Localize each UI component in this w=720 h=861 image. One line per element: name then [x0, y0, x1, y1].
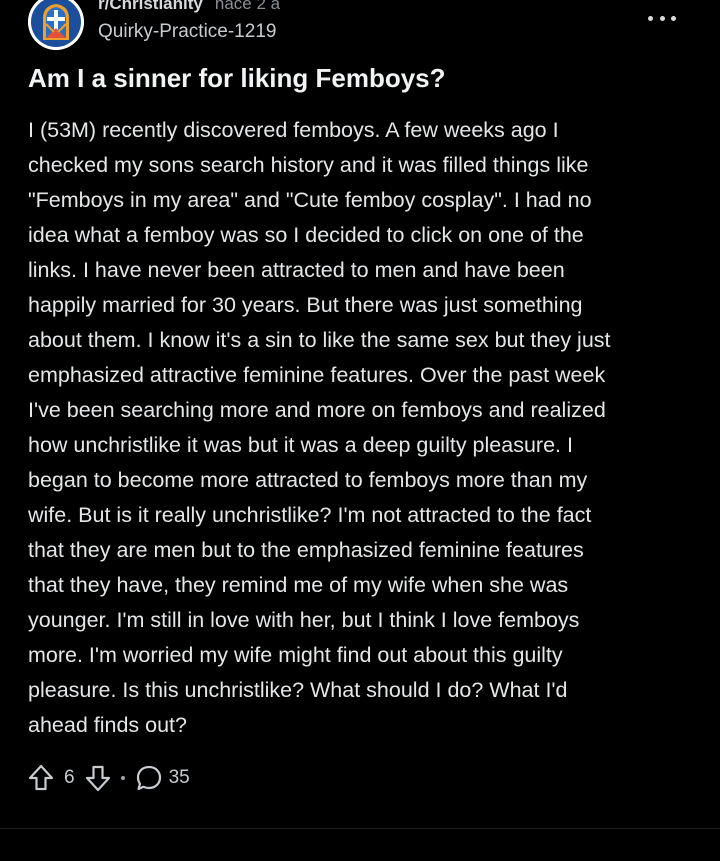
separator-dot: [120, 776, 125, 780]
divider: [0, 828, 720, 829]
upvote-arrow-icon: [28, 764, 54, 791]
comment-count: 35: [168, 767, 190, 788]
vote-count: 6: [64, 767, 75, 788]
post-body: I (53M) recently discovered femboys. A f…: [28, 118, 611, 737]
subreddit-line: r/Christianity hace 2 a: [98, 0, 280, 14]
post-meta: r/Christianity hace 2 a Quirky-Practice-1…: [98, 0, 280, 44]
author-username[interactable]: Quirky-Practice-1219: [98, 20, 280, 44]
downvote-button[interactable]: [85, 764, 111, 792]
post-title: Am I a sinner for liking Femboys?: [28, 63, 446, 93]
downvote-arrow-icon: [85, 765, 110, 792]
post-age: hace 2 a: [214, 0, 281, 13]
comment-bubble-icon: [136, 765, 161, 791]
more-options-button[interactable]: [648, 8, 676, 28]
subreddit-avatar[interactable]: [28, 0, 84, 50]
church-window-cross-icon: [28, 0, 84, 50]
post-header: r/Christianity hace 2 a Quirky-Practice-1…: [28, 0, 692, 52]
post-actions: 6 35: [28, 762, 196, 794]
subreddit-name[interactable]: r/Christianity: [98, 0, 203, 13]
more-horizontal-icon: [648, 15, 653, 21]
upvote-button[interactable]: [28, 764, 54, 792]
comments-button[interactable]: 35: [135, 764, 196, 792]
